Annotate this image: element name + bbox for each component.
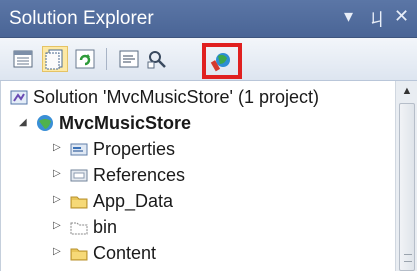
solution-icon xyxy=(10,90,28,105)
refresh-button[interactable] xyxy=(72,46,98,72)
solution-tree: Solution 'MvcMusicStore' (1 project) ◢ M… xyxy=(0,81,396,271)
view-code-icon xyxy=(119,50,139,68)
properties-icon xyxy=(13,50,33,68)
project-icon xyxy=(37,115,53,131)
references-icon xyxy=(70,169,88,182)
view-designer-button[interactable] xyxy=(144,46,170,72)
highlighted-tool-button[interactable] xyxy=(202,43,242,79)
show-all-files-icon xyxy=(45,49,63,70)
view-code-button[interactable] xyxy=(116,46,142,72)
refresh-icon xyxy=(75,49,95,69)
solution-explorer-panel: Solution Explorer ▾ ㄐ ✕ Solution 'MvcMus… xyxy=(0,0,417,271)
toolbar-separator xyxy=(106,48,107,70)
tree-row-bin[interactable]: ▷ bin xyxy=(1,215,396,241)
folder-icon xyxy=(70,248,88,261)
pin-panel-icon[interactable]: ㄐ xyxy=(368,6,386,32)
tree-item-label: Properties xyxy=(93,139,176,159)
web-configuration-icon xyxy=(210,53,230,72)
tree-item-label: bin xyxy=(93,217,118,237)
folder-icon xyxy=(70,196,88,209)
toolbar xyxy=(0,38,417,81)
folder-outline-icon xyxy=(70,222,88,235)
tree-row-references[interactable]: ▷ References xyxy=(1,163,396,189)
expand-arrow-icon[interactable]: ▷ xyxy=(53,195,63,205)
tree-row-app-data[interactable]: ▷ App_Data xyxy=(1,189,396,215)
expand-arrow-icon[interactable]: ▷ xyxy=(53,169,63,179)
tree-row-content[interactable]: ▷ Content xyxy=(1,241,396,267)
show-all-files-button[interactable] xyxy=(42,46,68,72)
tree-item-label: Content xyxy=(93,243,157,263)
view-designer-icon xyxy=(147,51,166,69)
close-icon[interactable]: ✕ xyxy=(394,6,409,27)
tree-row-project[interactable]: ◢ MvcMusicStore xyxy=(1,111,396,137)
tree-item-label: Solution 'MvcMusicStore' (1 project) xyxy=(33,87,319,107)
tree-item-label: References xyxy=(93,165,186,185)
scrollbar-thumb[interactable] xyxy=(399,103,415,271)
tree-item-label: App_Data xyxy=(93,191,174,211)
properties-button[interactable] xyxy=(10,46,36,72)
tree-row-properties[interactable]: ▷ Properties xyxy=(1,137,396,163)
vertical-scrollbar[interactable]: ▲ xyxy=(395,81,417,271)
properties-folder-icon xyxy=(70,143,88,156)
expand-arrow-icon[interactable]: ▷ xyxy=(53,247,63,257)
dropdown-icon[interactable]: ▾ xyxy=(344,6,353,27)
expand-arrow-icon[interactable]: ▷ xyxy=(53,143,63,153)
panel-title: Solution Explorer xyxy=(9,8,154,29)
tree-row-solution[interactable]: Solution 'MvcMusicStore' (1 project) xyxy=(1,85,396,111)
scroll-up-arrow-icon[interactable]: ▲ xyxy=(396,81,417,101)
tree-item-label: MvcMusicStore xyxy=(59,113,192,133)
expand-arrow-icon[interactable]: ▷ xyxy=(53,221,63,231)
collapse-arrow-icon[interactable]: ◢ xyxy=(19,118,29,128)
panel-titlebar: Solution Explorer ▾ ㄐ ✕ xyxy=(0,0,417,38)
scrollbar-grip xyxy=(404,254,412,262)
